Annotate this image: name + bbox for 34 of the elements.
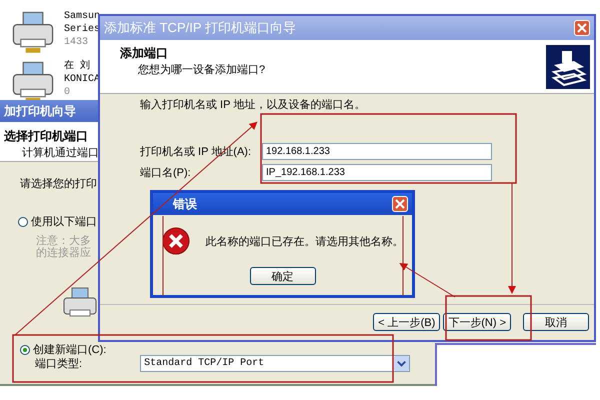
printer-label: 1433: [64, 36, 90, 49]
input-field[interactable]: 192.168.1.233: [262, 143, 492, 160]
note-text: 的连接器应: [36, 247, 91, 259]
header-subtitle: 计算机通过端口: [21, 146, 99, 160]
annotation-arrow: [399, 262, 456, 298]
printer-label: 在 刘: [64, 60, 92, 73]
note-text: 注意：大多: [36, 235, 91, 247]
printer-label: 0: [64, 86, 72, 99]
close-icon: [395, 199, 405, 209]
close-icon: [577, 23, 587, 33]
wizard-button[interactable]: 取消: [523, 313, 589, 331]
window-title: 添加标准 TCP/IP 打印机端口向导: [104, 19, 296, 37]
port-type-label: 端口类型:: [35, 357, 82, 371]
printer-label: Series: [64, 23, 100, 36]
ok-button[interactable]: 确定: [250, 267, 316, 285]
radio-option[interactable]: 使用以下端口: [18, 214, 97, 229]
wizard-button[interactable]: < 上一步(B): [373, 313, 440, 331]
close-button[interactable]: [574, 20, 590, 36]
header-subtitle: 您想为哪一设备添加端口?: [137, 62, 266, 77]
field-label: 打印机名或 IP 地址(A):: [140, 145, 252, 159]
port-type-dropdown[interactable]: Standard TCP/IP Port: [140, 355, 410, 372]
error-icon: [162, 227, 190, 255]
error-message: 此名称的端口已存在。请选用其他名称。: [206, 234, 404, 248]
input-field[interactable]: IP_192.168.1.233: [262, 164, 492, 181]
close-button[interactable]: [392, 196, 408, 212]
dialog-title: 错误: [173, 196, 197, 212]
field-label: 端口名(P):: [140, 166, 192, 180]
header-title: 选择打印机端口: [4, 128, 88, 145]
instruction-text: 输入打印机名或 IP 地址，以及设备的端口名。: [140, 98, 366, 112]
wizard-button[interactable]: 下一步(N) >: [443, 313, 511, 331]
header-title: 添加端口: [120, 45, 169, 62]
radio-option[interactable]: 创建新端口(C):: [20, 342, 106, 357]
printer-icon: [546, 45, 590, 89]
prompt-text: 请选择您的打印: [20, 177, 97, 191]
